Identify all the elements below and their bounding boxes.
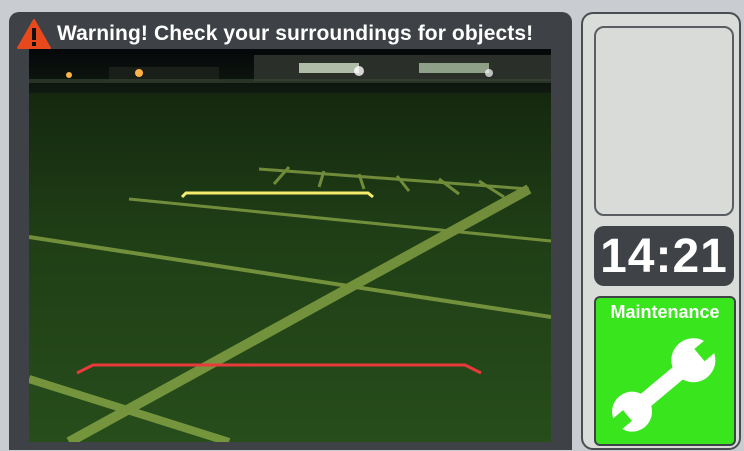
side-panel: 14:21 Maintenance xyxy=(581,12,741,450)
clock-time: 14:21 xyxy=(600,229,728,283)
blank-display xyxy=(594,26,734,216)
warning-banner: Warning! Check your surroundings for obj… xyxy=(17,18,566,50)
warning-triangle-icon xyxy=(17,19,51,49)
maintenance-label: Maintenance xyxy=(610,302,720,322)
clock-display: 14:21 xyxy=(594,226,734,286)
camera-view xyxy=(29,49,551,442)
wrench-icon xyxy=(609,337,719,433)
warning-text: Warning! Check your surroundings for obj… xyxy=(57,22,534,45)
rear-camera-panel: Warning! Check your surroundings for obj… xyxy=(9,12,572,450)
maintenance-button[interactable]: Maintenance xyxy=(594,296,736,446)
